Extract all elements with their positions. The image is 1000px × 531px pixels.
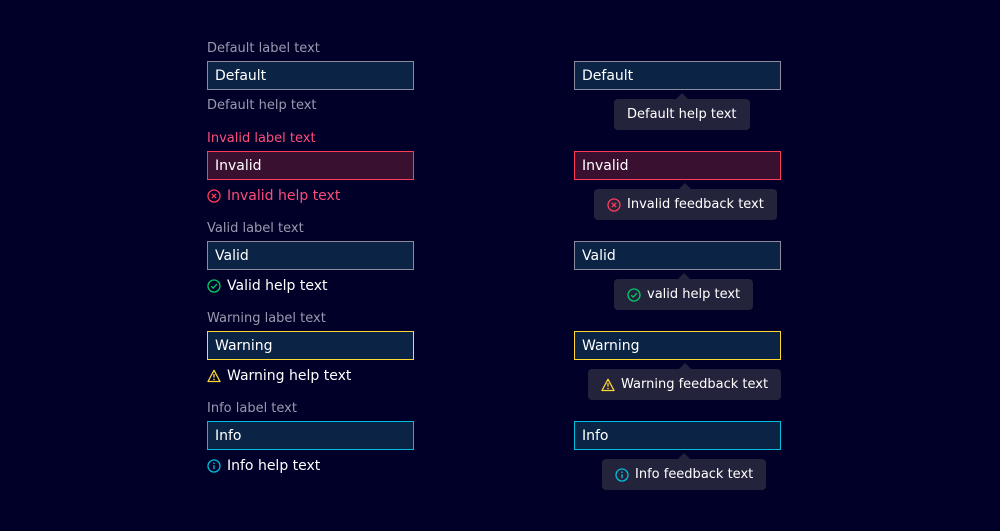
info-help-text: Info help text xyxy=(207,457,320,475)
valid-tooltip: valid help text xyxy=(614,273,754,310)
invalid-tooltip: Invalid feedback text xyxy=(594,183,777,220)
info-circle-icon xyxy=(207,459,221,473)
valid-label: Valid label text xyxy=(207,221,304,236)
warning-triangle-icon xyxy=(601,378,615,392)
warning-help-text: Warning help text xyxy=(207,367,351,385)
error-circle-icon xyxy=(207,189,221,203)
default-input-tooltip-variant[interactable] xyxy=(574,61,781,90)
form-field-states-canvas: Default label text Default help text Inv… xyxy=(0,0,1000,531)
valid-input-tooltip-variant[interactable] xyxy=(574,241,781,270)
invalid-input[interactable] xyxy=(207,151,414,180)
default-help-label: Default help text xyxy=(207,98,317,113)
default-help-text: Default help text xyxy=(207,97,317,115)
default-tooltip: Default help text xyxy=(614,93,750,130)
valid-help-label: Valid help text xyxy=(227,278,328,294)
info-tooltip: Info feedback text xyxy=(602,453,767,490)
warning-triangle-icon xyxy=(207,369,221,383)
info-circle-icon xyxy=(615,467,629,482)
info-help-label: Info help text xyxy=(227,458,321,474)
invalid-help-text: Invalid help text xyxy=(207,187,340,205)
invalid-label: Invalid label text xyxy=(207,131,316,146)
error-circle-icon xyxy=(607,197,621,212)
warning-tooltip: Warning feedback text xyxy=(588,363,782,400)
invalid-help-label: Invalid help text xyxy=(227,188,341,204)
warning-input[interactable] xyxy=(207,331,414,360)
check-circle-icon xyxy=(207,279,221,293)
info-input[interactable] xyxy=(207,421,414,450)
warning-help-label: Warning help text xyxy=(227,368,352,384)
warning-tooltip-text: Warning feedback text xyxy=(621,377,769,392)
default-input[interactable] xyxy=(207,61,414,90)
info-tooltip-text: Info feedback text xyxy=(635,467,754,482)
valid-input[interactable] xyxy=(207,241,414,270)
default-label: Default label text xyxy=(207,41,320,56)
warning-label: Warning label text xyxy=(207,311,326,326)
check-circle-icon xyxy=(627,287,641,302)
valid-help-text: Valid help text xyxy=(207,277,328,295)
valid-tooltip-text: valid help text xyxy=(647,287,741,302)
invalid-input-tooltip-variant[interactable] xyxy=(574,151,781,180)
info-label: Info label text xyxy=(207,401,297,416)
info-input-tooltip-variant[interactable] xyxy=(574,421,781,450)
invalid-tooltip-text: Invalid feedback text xyxy=(627,197,764,212)
default-tooltip-text: Default help text xyxy=(627,107,737,122)
warning-input-tooltip-variant[interactable] xyxy=(574,331,781,360)
